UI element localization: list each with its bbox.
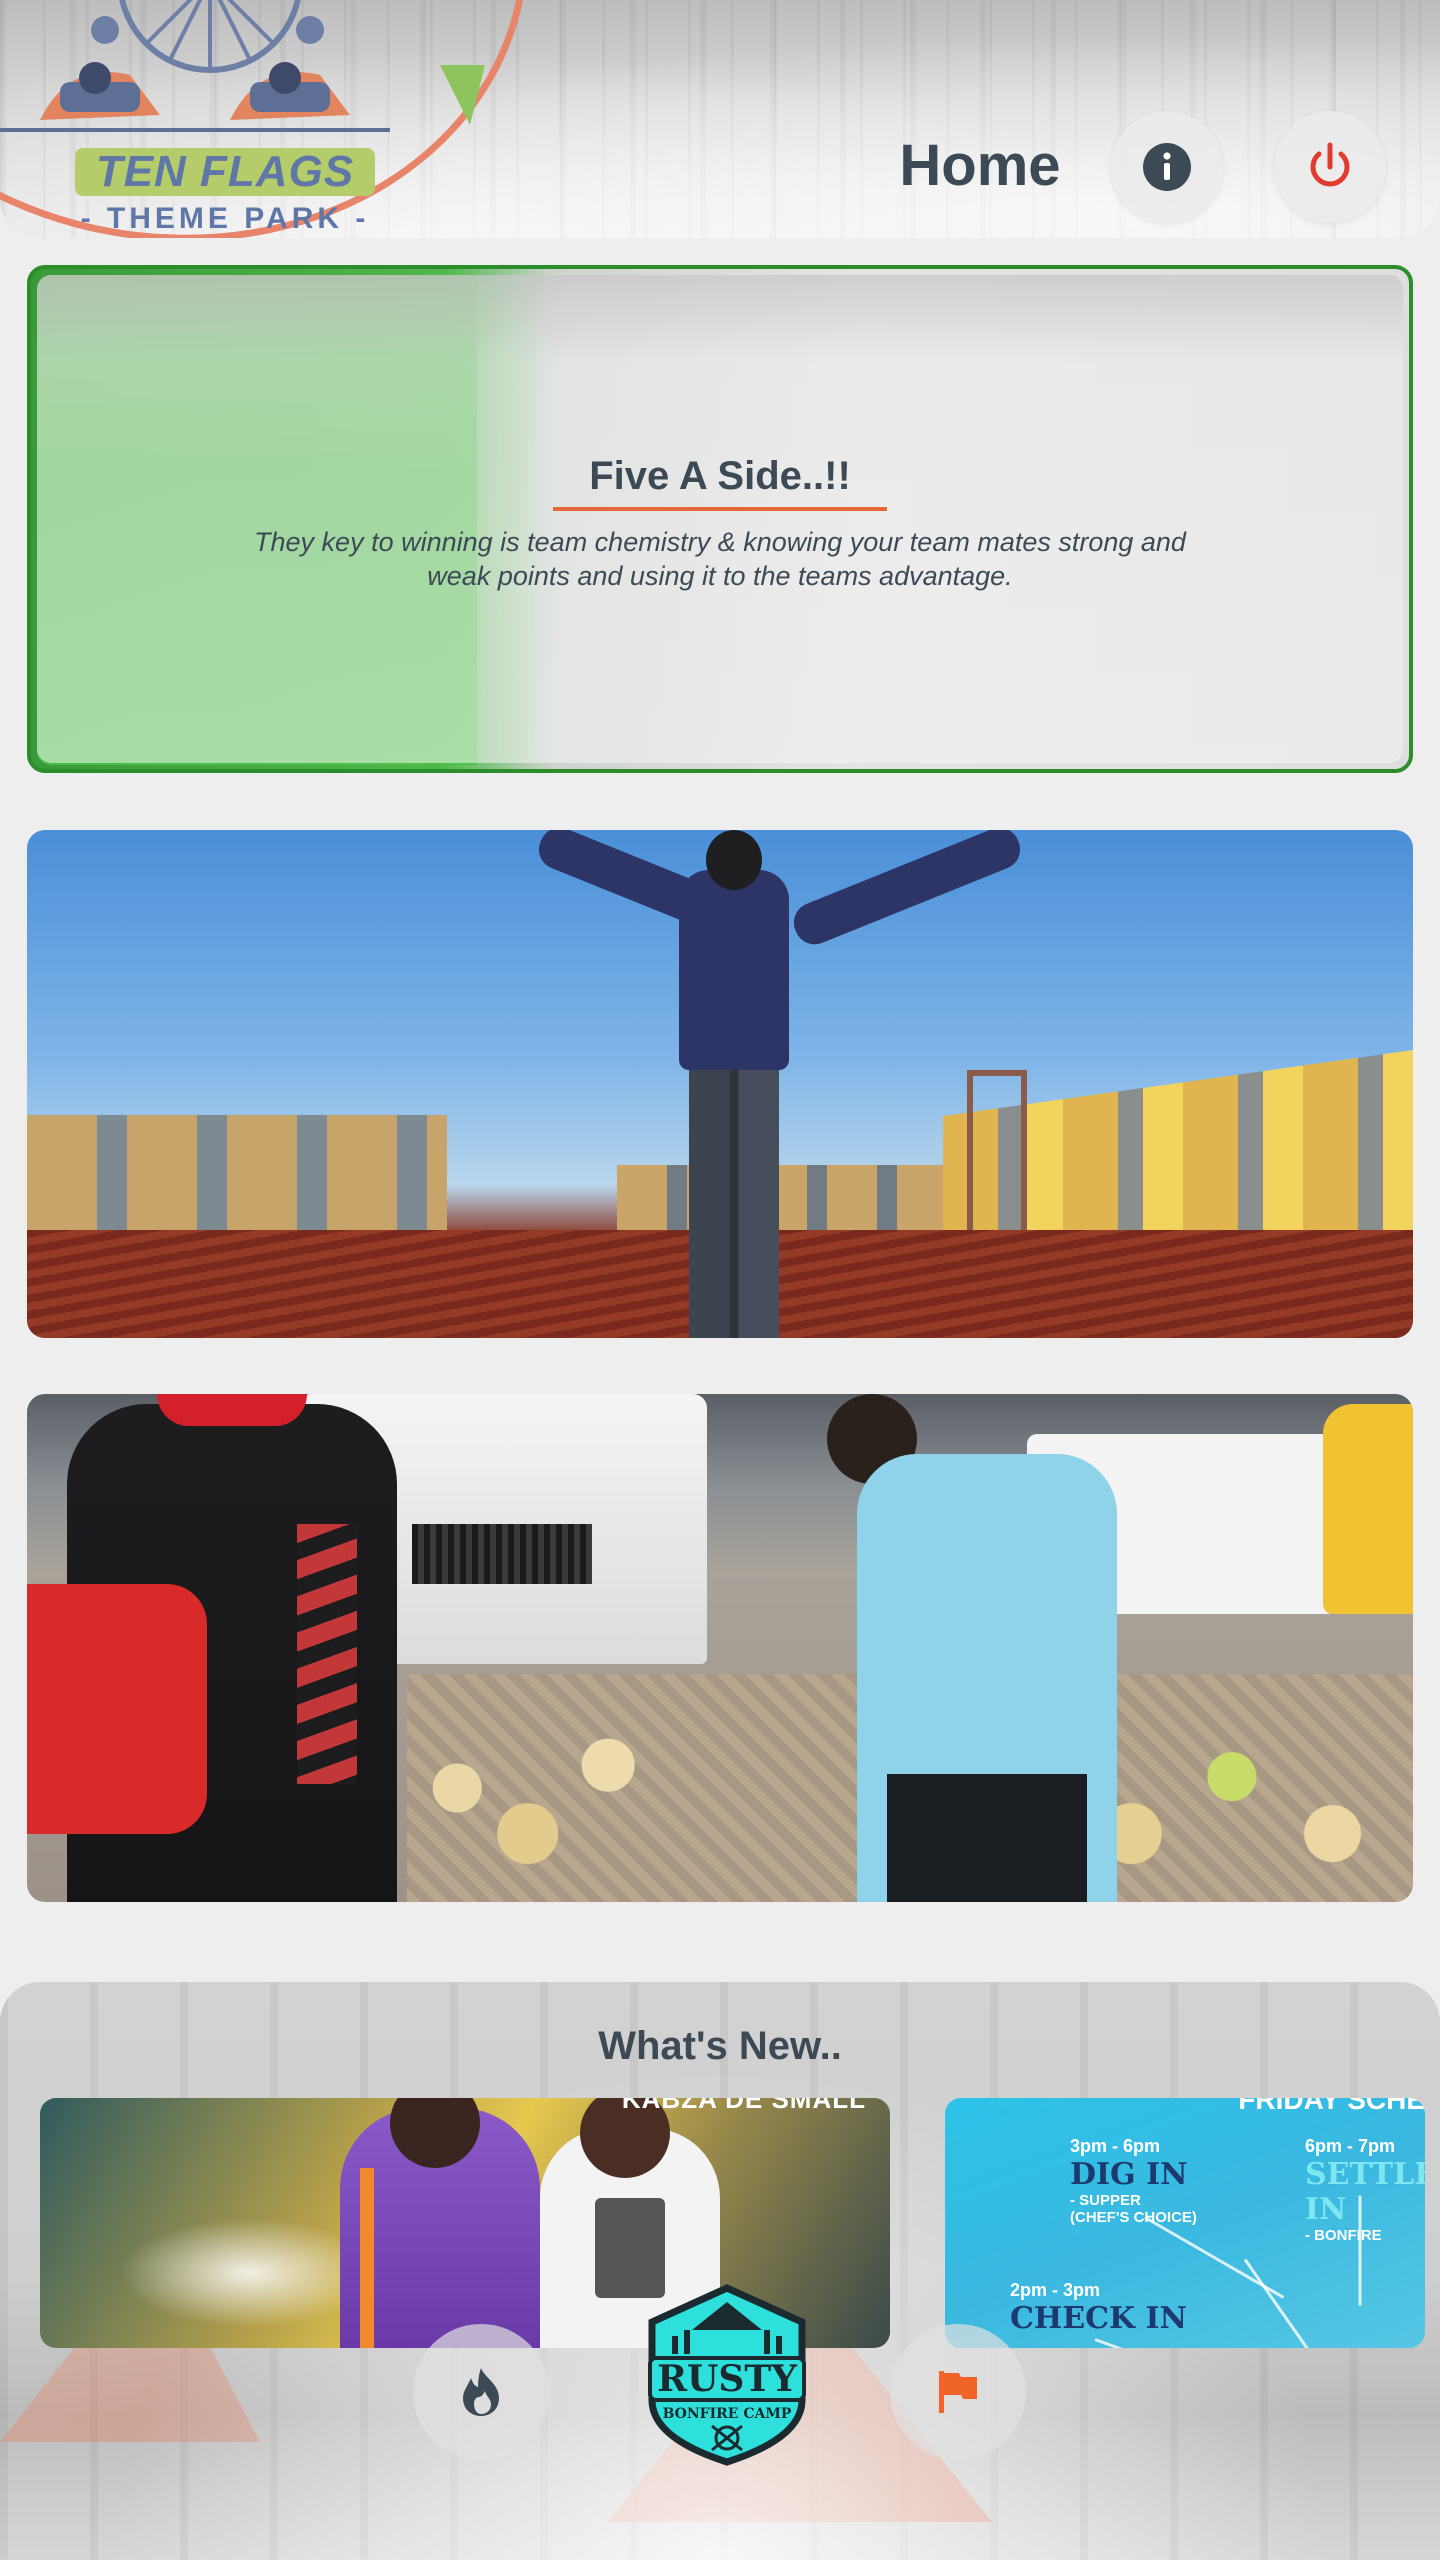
power-icon [1310,142,1350,187]
promo-caption: KABZA DE SMALL [621,2098,866,2114]
logout-button[interactable] [1274,111,1386,223]
photo-person [27,1584,207,1834]
slot-note: - BONFIRE [1305,2227,1382,2244]
flag-nav-button[interactable] [890,2324,1026,2460]
photo-vehicle [1323,1404,1413,1614]
food-distribution-photo-card[interactable] [27,1394,1413,1902]
slot-activity: SETTLE IN [1305,2157,1425,2227]
schedule-slot: 3pm - 6pm DIG IN - SUPPER (CHEF'S CHOICE… [1070,2136,1197,2226]
photo-cap [157,1394,307,1426]
celebration-photo-card[interactable] [27,830,1413,1338]
slot-time: 3pm - 6pm [1070,2136,1161,2156]
ten-flags-logo[interactable]: TEN FLAGS - THEME PARK - [0,0,579,238]
slot-note: - SUPPER [1070,2192,1141,2209]
photo-person [857,1454,1117,1902]
badge-title: RUSTY [657,2358,798,2400]
app-header: TEN FLAGS - THEME PARK - Home [0,0,1440,238]
slot-activity: CHECK IN [1010,2301,1187,2336]
slot-time: 2pm - 3pm [1010,2280,1101,2300]
slot-activity: DIG IN [1070,2157,1188,2192]
card-title: Five A Side..!! [553,454,887,511]
fire-icon [463,2368,499,2416]
card-description: They key to winning is team chemistry & … [254,527,1186,591]
photo-building [27,1115,447,1235]
photo-arm [787,830,1027,951]
bonfire-nav-button[interactable] [413,2324,549,2460]
promo-heading: FRIDAY SCHE [1238,2098,1425,2115]
schedule-slot: 2pm - 3pm CHECK IN [1010,2280,1187,2336]
five-a-side-card[interactable]: Five A Side..!! They key to winning is t… [27,265,1413,773]
slot-note: (CHEF'S CHOICE) [1070,2209,1197,2226]
logo-title: TEN FLAGS [75,148,375,196]
slot-time: 6pm - 7pm [1305,2136,1396,2156]
info-button[interactable] [1111,111,1223,223]
rusty-bonfire-camp-logo[interactable]: RUSTY BONFIRE CAMP [632,2280,822,2470]
page-title: Home [899,133,1061,198]
flag-icon [939,2371,977,2413]
promo-card-schedule[interactable]: FRIDAY SCHE 3pm - 6pm DIG IN - SUPPER (C… [945,2098,1425,2348]
badge-subtitle: BONFIRE CAMP [663,2406,792,2422]
logo-subtitle: - THEME PARK - [80,202,370,235]
info-icon [1143,143,1191,191]
photo-tower [967,1070,1027,1230]
whats-new-title: What's New.. [598,2024,842,2068]
photo-person [659,830,809,1338]
whats-new-section: What's New.. KABZA DE SMALL FRIDAY SCHE … [0,1982,1440,2560]
ferris-wheel-icon [0,0,485,132]
card-content: Five A Side..!! They key to winning is t… [31,454,1409,593]
schedule-slot: 6pm - 7pm SETTLE IN - BONFIRE [1305,2136,1425,2244]
